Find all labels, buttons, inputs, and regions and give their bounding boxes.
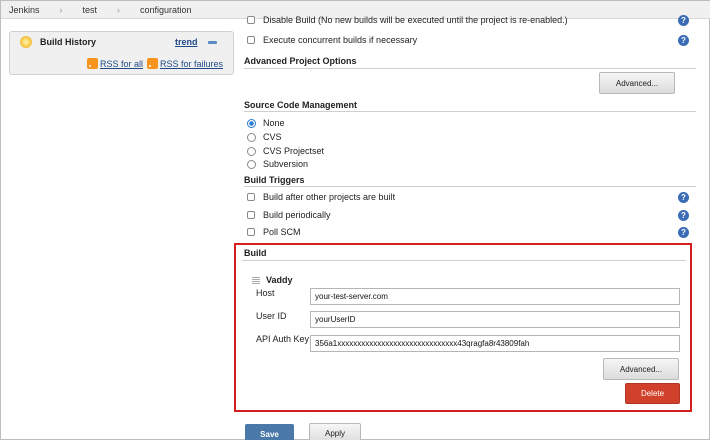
build-title: Build (244, 248, 267, 258)
user-id-input[interactable] (310, 311, 680, 328)
breadcrumb-test[interactable]: test › (75, 1, 133, 19)
trend-icon[interactable] (208, 41, 217, 44)
chevron-right-icon: › (59, 4, 63, 15)
build-advanced-button[interactable]: Advanced... (603, 358, 679, 380)
trend-link[interactable]: trend (175, 37, 198, 47)
trigger-poll-scm[interactable]: Poll SCM (244, 227, 301, 237)
trigger-poll-scm-checkbox[interactable] (247, 228, 255, 236)
radio-cvs-projectset[interactable] (247, 146, 256, 156)
rss-all-link[interactable]: RSS for all (100, 59, 143, 69)
build-step-name: Vaddy (266, 275, 293, 285)
trigger-after-other[interactable]: Build after other projects are built (244, 192, 395, 202)
help-icon[interactable]: ? (678, 210, 689, 221)
delete-button[interactable]: Delete (625, 383, 680, 404)
divider (244, 68, 696, 69)
apply-button[interactable]: Apply (309, 423, 361, 440)
rss-icon (86, 58, 98, 69)
scm-title: Source Code Management (244, 100, 358, 110)
build-triggers-title: Build Triggers (244, 175, 305, 185)
scm-option-subversion[interactable]: Subversion (244, 159, 308, 169)
help-icon[interactable]: ? (678, 35, 689, 46)
advanced-project-options-button[interactable]: Advanced... (599, 72, 675, 94)
build-section: Build Vaddy Host User ID API Auth Key Ad… (234, 243, 692, 412)
help-icon[interactable]: ? (678, 192, 689, 203)
advanced-project-options-title: Advanced Project Options (244, 56, 357, 66)
radio-cvs[interactable] (247, 132, 256, 142)
save-button[interactable]: Save (245, 424, 294, 440)
sun-icon (20, 36, 32, 48)
build-history-panel: Build History trend RSS for all RSS for … (9, 31, 234, 75)
radio-none[interactable] (247, 118, 256, 128)
scm-option-cvs[interactable]: CVS (244, 132, 282, 142)
drag-handle-icon[interactable] (252, 277, 260, 285)
host-input[interactable] (310, 288, 680, 305)
scm-option-cvs-projectset[interactable]: CVS Projectset (244, 146, 324, 156)
trigger-after-other-checkbox[interactable] (247, 193, 255, 201)
breadcrumb-configuration[interactable]: configuration (132, 1, 200, 19)
build-history-title: Build History (40, 37, 97, 47)
disable-build-checkbox[interactable] (247, 16, 255, 24)
divider (242, 260, 686, 261)
breadcrumb-jenkins[interactable]: Jenkins › (1, 1, 75, 19)
chevron-right-icon: › (117, 4, 121, 15)
concurrent-builds-checkbox[interactable] (247, 36, 255, 44)
scm-option-none[interactable]: None (244, 118, 285, 128)
trigger-periodically-checkbox[interactable] (247, 211, 255, 219)
divider (244, 111, 696, 112)
user-id-label: User ID (256, 311, 287, 321)
divider (244, 186, 696, 187)
help-icon[interactable]: ? (678, 15, 689, 26)
trigger-periodically[interactable]: Build periodically (244, 210, 331, 220)
api-auth-key-input[interactable] (310, 335, 680, 352)
host-label: Host (256, 288, 275, 298)
concurrent-builds-option[interactable]: Execute concurrent builds if necessary (244, 35, 417, 45)
help-icon[interactable]: ? (678, 227, 689, 238)
api-auth-key-label: API Auth Key (256, 334, 310, 344)
disable-build-option[interactable]: Disable Build (No new builds will be exe… (244, 15, 568, 25)
rss-failures-link[interactable]: RSS for failures (160, 59, 223, 69)
rss-icon (146, 58, 158, 69)
radio-subversion[interactable] (247, 159, 256, 169)
